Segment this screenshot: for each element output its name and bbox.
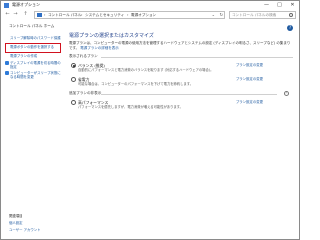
page-description: 電源プランは、コンピューターの電源の使用方法を管理するハードウェアとシステムの設… xyxy=(69,41,291,50)
sidebar-item-create-plan[interactable]: 電源プランの作成 xyxy=(5,54,62,58)
address-dropdown-icon[interactable]: ⌄ xyxy=(212,12,215,18)
page-title: 電源プランの選択またはカスタマイズ xyxy=(69,33,154,39)
up-arrow-icon[interactable]: ↑ xyxy=(22,11,29,18)
breadcrumb-control-panel[interactable]: コントロール パネル xyxy=(48,12,82,18)
main-content: ? 電源プランの選択またはカスタマイズ 電源プランは、コンピューターの電源の使用… xyxy=(65,21,299,239)
search-placeholder: コントロール パネルの検索 xyxy=(232,13,277,17)
breadcrumb-power-options[interactable]: 電源オプション xyxy=(131,12,156,18)
close-button[interactable]: ✕ xyxy=(286,1,299,9)
plan-desc-high-performance: パフォーマンスを優先しますが、電力消費が増える可能性があります。 xyxy=(78,105,183,109)
maximize-button[interactable]: □ xyxy=(273,1,286,9)
window-title: 電源オプション xyxy=(12,2,40,7)
sidebar-item-label: 電源プランの作成 xyxy=(10,54,38,58)
sidebar-item-label: ディスプレイの電源を切る時間の指定 xyxy=(10,61,61,70)
breadcrumb-separator: › xyxy=(81,13,83,17)
sidebar-item-display-off[interactable]: ディスプレイの電源を切る時間の指定 xyxy=(5,61,62,69)
plan-radio-power-saver[interactable] xyxy=(71,77,76,82)
collapse-chevron-icon[interactable]: ⌃ xyxy=(284,91,289,96)
help-icon[interactable]: ? xyxy=(287,25,293,31)
minimize-button[interactable]: — xyxy=(260,1,273,9)
sidebar-item-sleep-time[interactable]: コンピューターがスリープ状態になる時間を変更 xyxy=(5,71,62,79)
sidebar-item-wake-password[interactable]: スリープ解除時のパスワード保護 xyxy=(5,36,62,40)
sidebar-link-user-accounts[interactable]: ユーザー アカウント xyxy=(9,228,41,232)
title-bar: 電源オプション — □ ✕ xyxy=(1,1,299,10)
change-plan-settings-link[interactable]: プラン設定の変更 xyxy=(236,100,263,105)
see-also-heading: 関連項目 xyxy=(9,214,23,218)
plan-radio-balanced[interactable] xyxy=(71,63,76,68)
sidebar-item-label: スリープ解除時のパスワード保護 xyxy=(10,36,61,40)
sidebar-item-label: コンピューターがスリープ状態になる時間を変更 xyxy=(10,71,61,80)
shield-icon xyxy=(5,71,9,75)
breadcrumb-separator: › xyxy=(44,13,46,17)
control-panel-icon xyxy=(37,13,42,17)
breadcrumb-system-security[interactable]: システムとセキュリティ xyxy=(85,12,124,18)
refresh-icon[interactable]: ↻ xyxy=(220,12,223,18)
section-shown-plans: 表示されるプラン xyxy=(69,54,98,58)
search-icon xyxy=(289,13,293,17)
sidebar-link-personalization[interactable]: 個人設定 xyxy=(9,221,23,225)
power-options-icon xyxy=(4,3,9,8)
sidebar: コントロール パネル ホーム スリープ解除時のパスワード保護 電源ボタンの動作を… xyxy=(1,21,63,239)
forward-arrow-icon[interactable]: → xyxy=(12,11,19,18)
power-options-window: 電源オプション — □ ✕ ← → ↑ › コントロール パネル › システムと… xyxy=(0,0,300,240)
change-plan-settings-link[interactable]: プラン設定の変更 xyxy=(236,77,263,82)
back-arrow-icon[interactable]: ← xyxy=(4,11,11,18)
address-bar[interactable]: › コントロール パネル › システムとセキュリティ › 電源オプション ⌄ ↻ xyxy=(34,11,225,19)
plan-desc-balanced: 自動的にパフォーマンスと電力消費のバランスを取ります (対応するハードウェアの場… xyxy=(78,68,214,72)
search-input[interactable]: コントロール パネルの検索 xyxy=(229,11,296,19)
change-plan-settings-link[interactable]: プラン設定の変更 xyxy=(236,63,263,68)
highlight-box xyxy=(5,43,61,53)
plan-details-link[interactable]: 電源プランの詳細を表示 xyxy=(80,46,119,50)
section-divider xyxy=(101,94,277,95)
plan-desc-power-saver: 可能な場合は、コンピューターのパフォーマンスを下げて電力を節約します。 xyxy=(78,82,193,86)
section-hidden-plans: 追加プランの非表示 xyxy=(69,91,102,95)
section-divider xyxy=(101,57,293,58)
plan-radio-high-performance[interactable] xyxy=(71,100,76,105)
shield-icon xyxy=(5,61,9,65)
sidebar-home-link[interactable]: コントロール パネル ホーム xyxy=(9,24,54,29)
breadcrumb-separator: › xyxy=(127,13,129,17)
